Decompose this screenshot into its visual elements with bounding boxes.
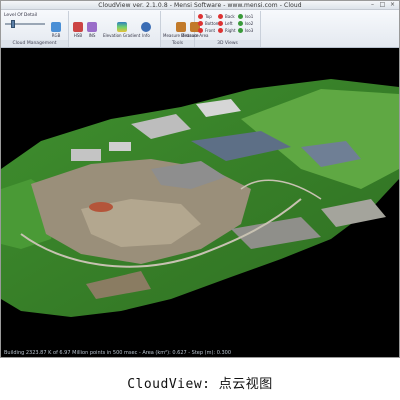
bottom-view-icon <box>198 21 203 26</box>
rgb-label: RGB <box>51 33 61 38</box>
back-view-icon <box>218 14 223 19</box>
building-1 <box>109 142 131 151</box>
views-label: 3D Views <box>195 40 260 47</box>
cloudview-window: CloudView ver. 2.1.0.8 - Mensi Software … <box>0 0 400 358</box>
info-button[interactable]: Info <box>141 22 151 38</box>
point-cloud-render <box>1 79 399 317</box>
tools-group: Measure Distance Measure Area Tools <box>161 11 208 47</box>
top-view-icon <box>198 14 203 19</box>
hsb-label: HSB <box>73 33 83 38</box>
view-back[interactable]: Back <box>218 14 235 19</box>
iso3-view-icon <box>238 28 243 33</box>
cloud-management-group: Level Of Detail RGB Cloud Management <box>1 11 69 47</box>
rgb-icon <box>51 22 61 32</box>
ins-label: INS <box>88 33 96 38</box>
ins-button[interactable]: INS <box>87 22 97 38</box>
view-iso2[interactable]: Iso2 <box>238 21 253 26</box>
left-view-icon <box>218 21 223 26</box>
info-icon <box>141 22 151 32</box>
elevation-gradient-button[interactable]: Elevation Gradient <box>103 22 140 38</box>
right-view-label: Right <box>225 28 236 33</box>
red-spot <box>89 202 113 212</box>
iso2-view-label: Iso2 <box>245 21 254 26</box>
view-top[interactable]: Top <box>198 14 212 19</box>
iso2-view-icon <box>238 21 243 26</box>
color-mode-group: HSB INS Elevation Gradient Info <box>69 11 161 47</box>
rgb-button[interactable]: RGB <box>51 22 61 38</box>
hsb-icon <box>73 22 83 32</box>
front-view-label: Front <box>205 28 216 33</box>
view-right[interactable]: Right <box>218 28 236 33</box>
close-icon[interactable]: × <box>389 2 396 8</box>
back-view-label: Back <box>225 14 235 19</box>
ribbon-toolbar: Level Of Detail RGB Cloud Management HSB… <box>1 10 399 48</box>
info-label: Info <box>142 33 150 38</box>
figure-caption: CloudView: 点云视图 <box>127 377 273 392</box>
tools-label: Tools <box>161 40 194 47</box>
lod-slider-knob[interactable] <box>11 20 15 28</box>
iso3-view-label: Iso3 <box>245 28 254 33</box>
lod-label: Level Of Detail <box>4 13 38 18</box>
view-iso1[interactable]: Iso1 <box>238 14 253 19</box>
window-title: CloudView ver. 2.1.0.8 - Mensi Software … <box>98 2 302 9</box>
maximize-icon[interactable]: □ <box>379 2 386 8</box>
status-bar: Building 2323.87 K of 6.97 Million point… <box>1 349 399 357</box>
view-iso3[interactable]: Iso3 <box>238 28 253 33</box>
view-front[interactable]: Front <box>198 28 215 33</box>
top-view-label: Top <box>205 14 212 19</box>
window-controls: – □ × <box>369 2 396 8</box>
elevation-gradient-icon <box>116 22 127 32</box>
building-2 <box>71 149 101 161</box>
iso1-view-label: Iso1 <box>245 14 254 19</box>
minimize-icon[interactable]: – <box>369 2 376 8</box>
views-group: Top Bottom Front Back Left Right Iso1 Is… <box>195 11 261 47</box>
point-cloud-viewport[interactable] <box>1 49 399 349</box>
cloud-management-label: Cloud Management <box>1 40 68 47</box>
ins-icon <box>87 22 97 32</box>
title-bar: CloudView ver. 2.1.0.8 - Mensi Software … <box>1 1 399 10</box>
front-view-icon <box>198 28 203 33</box>
iso1-view-icon <box>238 14 243 19</box>
left-view-label: Left <box>225 21 233 26</box>
elevation-gradient-label: Elevation Gradient <box>103 33 141 38</box>
hsb-button[interactable]: HSB <box>73 22 83 38</box>
status-text: Building 2323.87 K of 6.97 Million point… <box>4 350 232 356</box>
view-left[interactable]: Left <box>218 21 233 26</box>
right-view-icon <box>218 28 223 33</box>
view-bottom[interactable]: Bottom <box>198 21 220 26</box>
